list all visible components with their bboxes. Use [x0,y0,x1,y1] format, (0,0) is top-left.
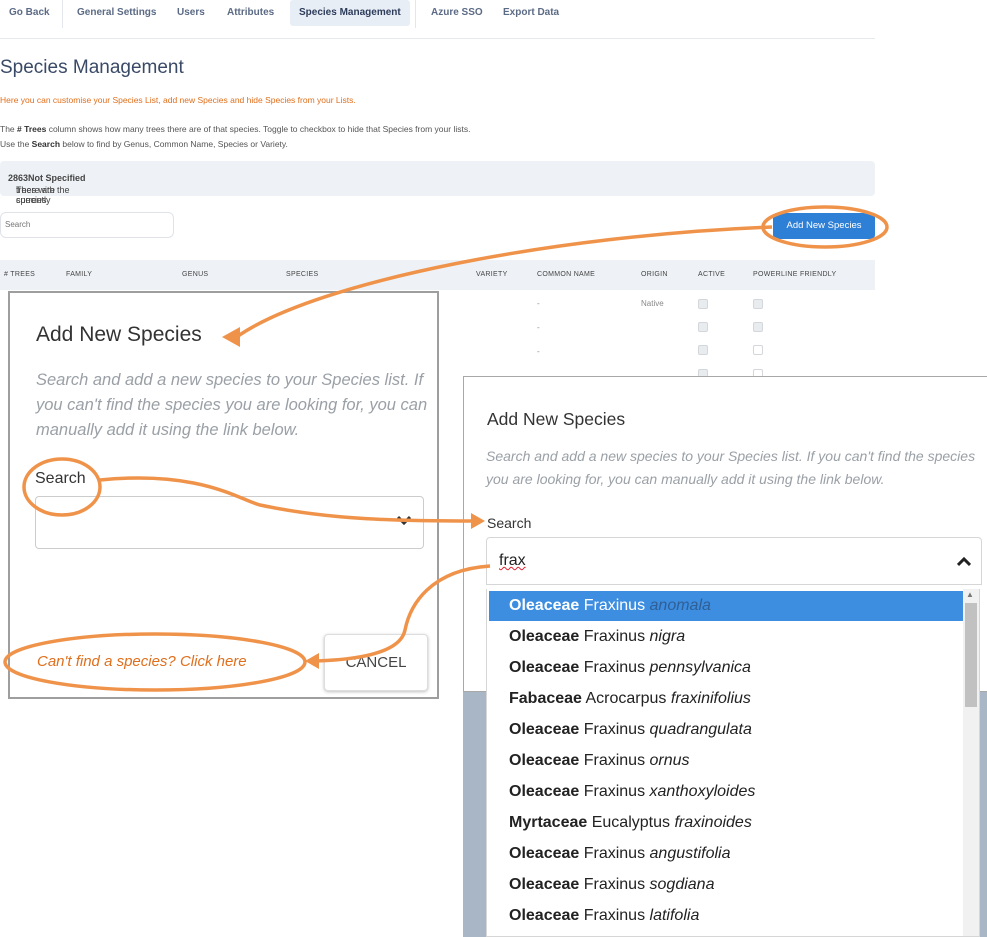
annotation-arrow [99,476,476,523]
highlight-ring [3,632,307,692]
annotation-overlay [3,205,889,692]
highlight-ring [761,205,889,249]
arrow-head-icon [471,513,485,529]
arrow-head-icon [222,327,240,347]
annotation-arrow [315,564,491,663]
annotation-arrow [237,225,773,338]
arrow-head-icon [305,653,319,669]
highlight-ring [22,457,102,517]
